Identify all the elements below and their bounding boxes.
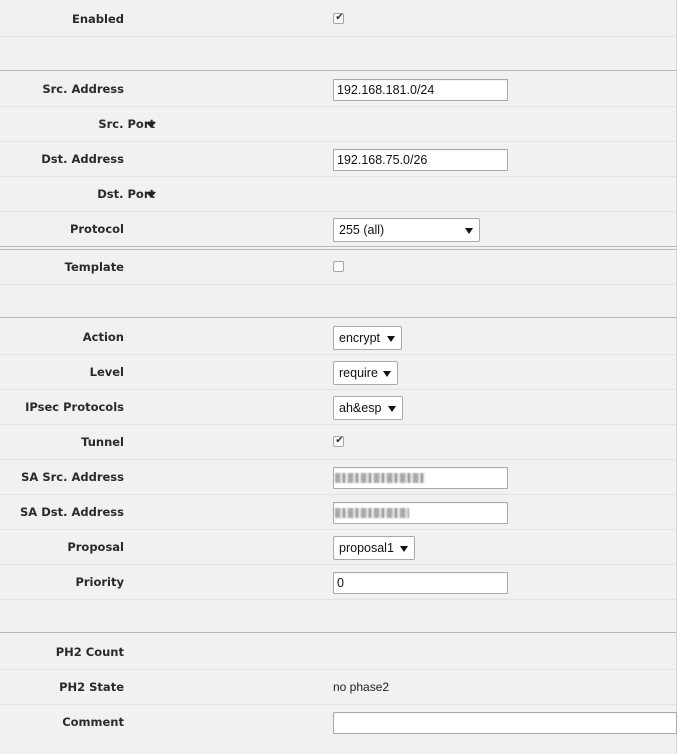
tunnel-checkbox[interactable]: ✔ [333,435,344,447]
action-value: encrypt [339,331,380,345]
action-select[interactable]: encrypt [333,326,402,350]
row-protocol: Protocol 255 (all) [0,212,676,247]
row-dst-port: Dst. Port [0,177,676,212]
comment-label: Comment [62,715,124,729]
row-tunnel: Tunnel ✔ [0,425,676,460]
dst-address-input[interactable]: 192.168.75.0/26 [333,149,508,171]
section-spacer [0,600,676,633]
template-label: Template [64,260,124,274]
enabled-label: Enabled [71,12,124,26]
row-ph2-state: PH2 State no phase2 [0,670,676,705]
sa-dst-address-label: SA Dst. Address [20,505,124,519]
row-ph2-count: PH2 Count [0,635,676,670]
protocol-select[interactable]: 255 (all) [333,218,480,242]
ipsec-protocols-value: ah&esp [339,401,382,415]
dst-address-label: Dst. Address [41,152,124,166]
redacted-value [335,473,425,483]
row-priority: Priority 0 [0,565,676,600]
sa-src-address-label: SA Src. Address [21,470,124,484]
row-template: Template [0,250,676,285]
ph2-state-label: PH2 State [59,680,124,694]
level-select[interactable]: require [333,361,398,385]
check-icon: ✔ [335,12,344,23]
priority-label: Priority [75,575,124,589]
expand-arrow-icon[interactable] [146,192,156,198]
sa-dst-address-input[interactable] [333,502,508,524]
proposal-select[interactable]: proposal1 [333,536,415,560]
check-icon: ✔ [335,435,344,446]
row-action: Action encrypt [0,320,676,355]
ph2-count-label: PH2 Count [55,645,124,659]
row-comment: Comment [0,705,677,740]
proposal-value: proposal1 [339,541,394,555]
row-enabled: Enabled ✔ [0,2,676,37]
protocol-value: 255 (all) [339,223,385,237]
level-label: Level [89,365,124,379]
section-spacer [0,285,676,318]
row-ipsec-protocols: IPsec Protocols ah&esp [0,390,676,425]
proposal-label: Proposal [67,540,124,554]
priority-input[interactable]: 0 [333,572,508,594]
ph2-state-value: no phase2 [333,680,390,694]
row-dst-address: Dst. Address 192.168.75.0/26 [0,142,676,177]
tunnel-label: Tunnel [81,435,124,449]
template-checkbox[interactable] [333,261,344,272]
ipsec-protocols-label: IPsec Protocols [25,400,124,414]
expand-arrow-icon[interactable] [146,122,156,128]
protocol-label: Protocol [69,222,124,236]
src-address-label: Src. Address [42,82,124,96]
section-spacer [0,37,676,71]
row-level: Level require [0,355,676,390]
dropdown-caret-icon [388,406,396,412]
enabled-checkbox[interactable]: ✔ [333,12,344,24]
dropdown-caret-icon [465,228,473,234]
dropdown-caret-icon [387,336,395,342]
ipsec-protocols-select[interactable]: ah&esp [333,396,403,420]
redacted-value [335,508,409,518]
ipsec-policy-form: Enabled ✔ Src. Address 192.168.181.0/24 … [0,0,677,754]
level-value: require [339,366,378,380]
comment-input[interactable] [333,712,677,734]
row-src-port: Src. Port [0,107,676,142]
row-src-address: Src. Address 192.168.181.0/24 [0,72,676,107]
sa-src-address-input[interactable] [333,467,508,489]
row-sa-src-address: SA Src. Address [0,460,676,495]
dropdown-caret-icon [383,371,391,377]
dropdown-caret-icon [400,546,408,552]
row-proposal: Proposal proposal1 [0,530,676,565]
action-label: Action [82,330,124,344]
src-address-input[interactable]: 192.168.181.0/24 [333,79,508,101]
row-sa-dst-address: SA Dst. Address [0,495,676,530]
